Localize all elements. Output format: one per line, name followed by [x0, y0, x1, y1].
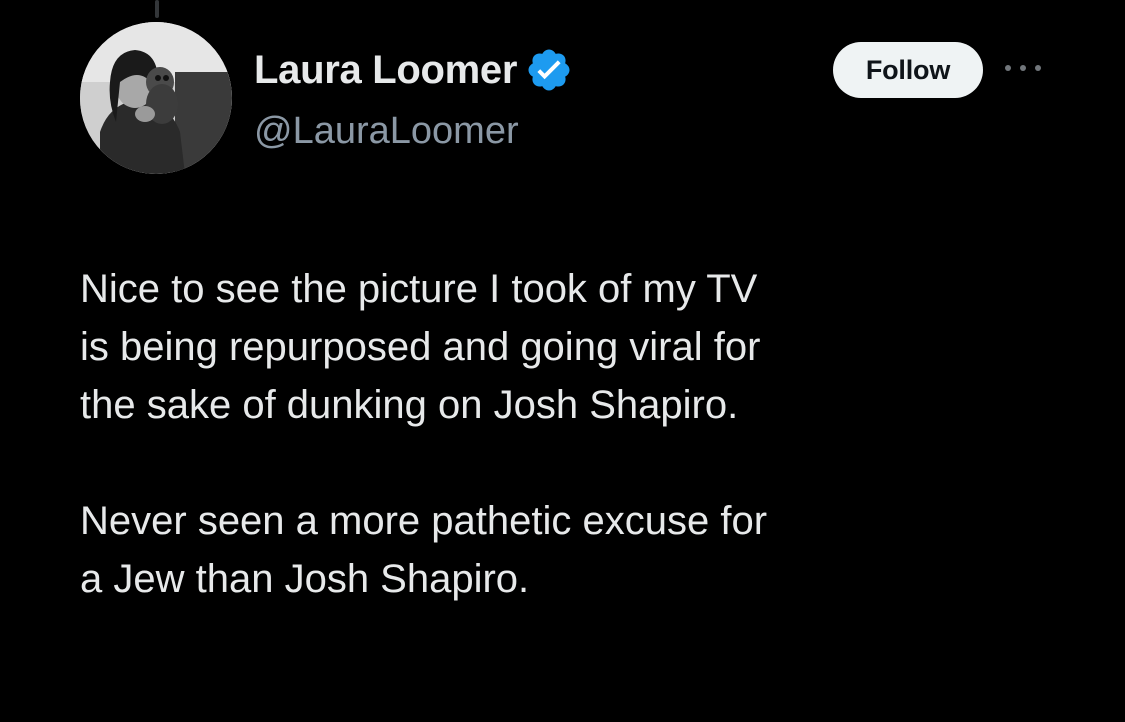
more-dot [1020, 65, 1026, 71]
more-dot [1035, 65, 1041, 71]
tweet-text: Nice to see the picture I took of my TV … [80, 260, 1080, 666]
tweet-line: Never seen a more pathetic excuse for [80, 499, 768, 543]
profile-photo-icon [80, 22, 232, 174]
author-handle[interactable]: @LauraLoomer [254, 110, 519, 153]
author-name-row: Laura Loomer [254, 42, 573, 98]
more-horizontal-icon[interactable] [1005, 58, 1041, 78]
tweet-line: a Jew than Josh Shapiro. [80, 557, 530, 601]
avatar[interactable] [80, 22, 232, 174]
tweet-paragraph: Never seen a more pathetic excuse for a … [80, 492, 1080, 608]
tweet-line: is being repurposed and going viral for [80, 325, 761, 369]
tweet-line: Nice to see the picture I took of my TV [80, 267, 758, 311]
tweet-paragraph: Nice to see the picture I took of my TV … [80, 260, 1080, 434]
thread-connector-line [155, 0, 159, 18]
tweet-line: the sake of dunking on Josh Shapiro. [80, 383, 739, 427]
more-dot [1005, 65, 1011, 71]
follow-button[interactable]: Follow [833, 42, 983, 98]
verified-badge-icon [525, 46, 573, 94]
author-display-name[interactable]: Laura Loomer [254, 48, 517, 93]
